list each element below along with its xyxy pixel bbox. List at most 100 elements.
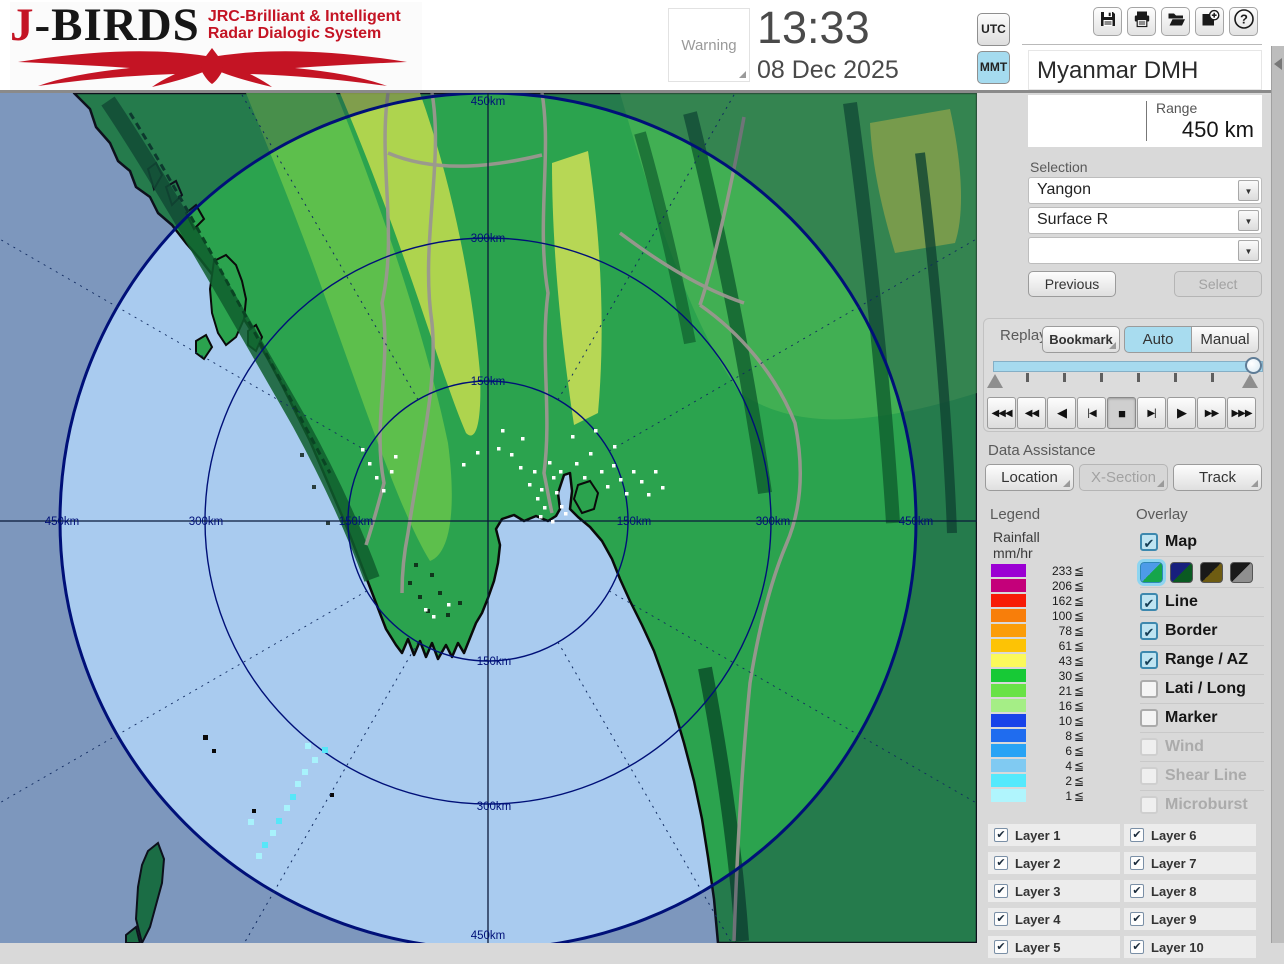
legend-value: 206	[1051, 578, 1072, 593]
rewind-fast-button[interactable]: ◀◀◀	[987, 397, 1016, 429]
play-button[interactable]: ▶	[1167, 397, 1196, 429]
layer-label: Layer 8	[1151, 883, 1197, 899]
legend-entry: 4 ≦	[991, 758, 1084, 773]
checkbox[interactable]	[1140, 738, 1158, 756]
select-button[interactable]: Select	[1174, 271, 1262, 297]
radar-map[interactable]: 450km 300km 150km 150km 300km 450km 450km 300km…	[0, 93, 977, 943]
help-button[interactable]: ?	[1229, 7, 1258, 36]
chevron-down-icon[interactable]: ▼	[1238, 180, 1259, 201]
overlay-options: ✔ Map ✔ Line ✔ Border ✔ Range / AZ Lati / Long Ma…	[1137, 527, 1264, 819]
map-style-terrain-blue-green[interactable]	[1137, 558, 1166, 586]
legend-value: 162	[1051, 593, 1072, 608]
layer-toggle-layer-4[interactable]: ✔ Layer 4	[988, 908, 1120, 930]
overlay-item-line[interactable]: ✔ Line	[1140, 587, 1264, 616]
checkbox[interactable]: ✔	[994, 912, 1008, 926]
checkbox[interactable]	[1140, 796, 1158, 814]
checkbox[interactable]: ✔	[1130, 828, 1144, 842]
layer-toggle-layer-1[interactable]: ✔ Layer 1	[988, 824, 1120, 846]
legend-entry: 100 ≦	[991, 608, 1084, 623]
checkbox[interactable]: ✔	[1130, 940, 1144, 954]
checkbox[interactable]	[1140, 767, 1158, 785]
dropdown-extra[interactable]: ▼	[1028, 237, 1262, 264]
legend-swatch	[991, 759, 1026, 772]
checkbox[interactable]: ✔	[1130, 856, 1144, 870]
legend-entry: 10 ≦	[991, 713, 1084, 728]
chevron-down-icon[interactable]: ▼	[1238, 240, 1259, 261]
legend-entry: 2 ≦	[991, 773, 1084, 788]
checkbox[interactable]	[1140, 680, 1158, 698]
overlay-item-marker[interactable]: Marker	[1140, 703, 1264, 732]
layer-toggle-layer-9[interactable]: ✔ Layer 9	[1124, 908, 1256, 930]
rewind-button[interactable]: ◀◀	[1017, 397, 1046, 429]
track-button[interactable]: Track	[1173, 464, 1262, 491]
overlay-item-border[interactable]: ✔ Border	[1140, 616, 1264, 645]
layer-toggle-layer-2[interactable]: ✔ Layer 2	[988, 852, 1120, 874]
play-reverse-button[interactable]: ◀	[1047, 397, 1076, 429]
save-button[interactable]	[1093, 7, 1122, 36]
bookmark-button[interactable]: Bookmark	[1042, 326, 1120, 353]
checkbox[interactable]: ✔	[994, 940, 1008, 954]
overlay-item-shear-line[interactable]: Shear Line	[1140, 761, 1264, 790]
checkbox[interactable]: ✔	[1130, 884, 1144, 898]
legend-lte-symbol: ≦	[1074, 623, 1085, 638]
replay-range-marker-right[interactable]	[1242, 374, 1258, 388]
checkbox[interactable]	[1140, 709, 1158, 727]
checkbox[interactable]: ✔	[994, 884, 1008, 898]
replay-slider-track[interactable]	[993, 361, 1263, 372]
layer-toggle-layer-7[interactable]: ✔ Layer 7	[1124, 852, 1256, 874]
overlay-item-microburst[interactable]: Microburst	[1140, 790, 1264, 819]
step-forward-button[interactable]: ▶|	[1137, 397, 1166, 429]
app-logo: J-BIRDS JRC-Brilliant & Intelligent Radar …	[10, 2, 422, 90]
add-image-button[interactable]	[1195, 7, 1224, 36]
layer-label: Layer 2	[1015, 855, 1061, 871]
replay-range-marker-left[interactable]	[987, 374, 1003, 388]
svg-text:450km: 450km	[45, 516, 80, 528]
chevron-down-icon[interactable]: ▼	[1238, 210, 1259, 231]
layer-toggle-layer-5[interactable]: ✔ Layer 5	[988, 936, 1120, 958]
print-button[interactable]	[1127, 7, 1156, 36]
utc-button[interactable]: UTC	[977, 13, 1010, 46]
legend-value: 233	[1051, 563, 1072, 578]
checkbox[interactable]: ✔	[1130, 912, 1144, 926]
mmt-button[interactable]: MMT	[977, 51, 1010, 84]
x-section-button[interactable]: X-Section	[1079, 464, 1168, 491]
print-icon	[1132, 9, 1152, 34]
location-button[interactable]: Location	[985, 464, 1074, 491]
svg-text:150km: 150km	[617, 516, 652, 528]
dropdown-product[interactable]: Surface R ▼	[1028, 207, 1262, 234]
layer-toggle-layer-6[interactable]: ✔ Layer 6	[1124, 824, 1256, 846]
forward-fast-button[interactable]: ▶▶▶	[1227, 397, 1256, 429]
layer-toggle-layer-10[interactable]: ✔ Layer 10	[1124, 936, 1256, 958]
overlay-item-map[interactable]: ✔ Map	[1140, 527, 1264, 556]
step-back-button[interactable]: |◀	[1077, 397, 1106, 429]
forward-button[interactable]: ▶▶	[1197, 397, 1226, 429]
replay-slider-thumb[interactable]	[1245, 357, 1262, 374]
auto-button[interactable]: Auto	[1124, 326, 1192, 353]
checkbox[interactable]: ✔	[1140, 532, 1158, 551]
map-style-black-olive[interactable]	[1200, 561, 1223, 583]
checkbox[interactable]: ✔	[1140, 651, 1158, 669]
open-folder-button[interactable]	[1161, 7, 1190, 36]
legend-value: 43	[1058, 653, 1072, 668]
overlay-item-wind[interactable]: Wind	[1140, 732, 1264, 761]
checkbox[interactable]: ✔	[1140, 593, 1158, 611]
dropdown-site[interactable]: Yangon ▼	[1028, 177, 1262, 204]
checkbox[interactable]: ✔	[1140, 622, 1158, 640]
map-style-dark-blue-green[interactable]	[1170, 561, 1193, 583]
layer-toggle-layer-8[interactable]: ✔ Layer 8	[1124, 880, 1256, 902]
overlay-item-lati-long[interactable]: Lati / Long	[1140, 674, 1264, 703]
header: J-BIRDS JRC-Brilliant & Intelligent Radar …	[0, 0, 1284, 93]
layer-toggle-layer-3[interactable]: ✔ Layer 3	[988, 880, 1120, 902]
overlay-item-range-az[interactable]: ✔ Range / AZ	[1140, 645, 1264, 674]
warning-button[interactable]: Warning	[668, 8, 750, 82]
stop-button[interactable]: ■	[1107, 397, 1136, 429]
checkbox[interactable]: ✔	[994, 828, 1008, 842]
manual-button[interactable]: Manual	[1191, 326, 1259, 353]
legend-value: 30	[1058, 668, 1072, 683]
previous-button[interactable]: Previous	[1028, 271, 1116, 297]
svg-text:150km: 150km	[471, 376, 506, 388]
checkbox[interactable]: ✔	[994, 856, 1008, 870]
map-style-black-gray[interactable]	[1230, 561, 1253, 583]
layer-column-right: ✔ Layer 6 ✔ Layer 7 ✔ Layer 8 ✔ Layer 9 ✔ Layer 1…	[1124, 824, 1256, 964]
panel-collapse-strip[interactable]	[1271, 46, 1284, 943]
